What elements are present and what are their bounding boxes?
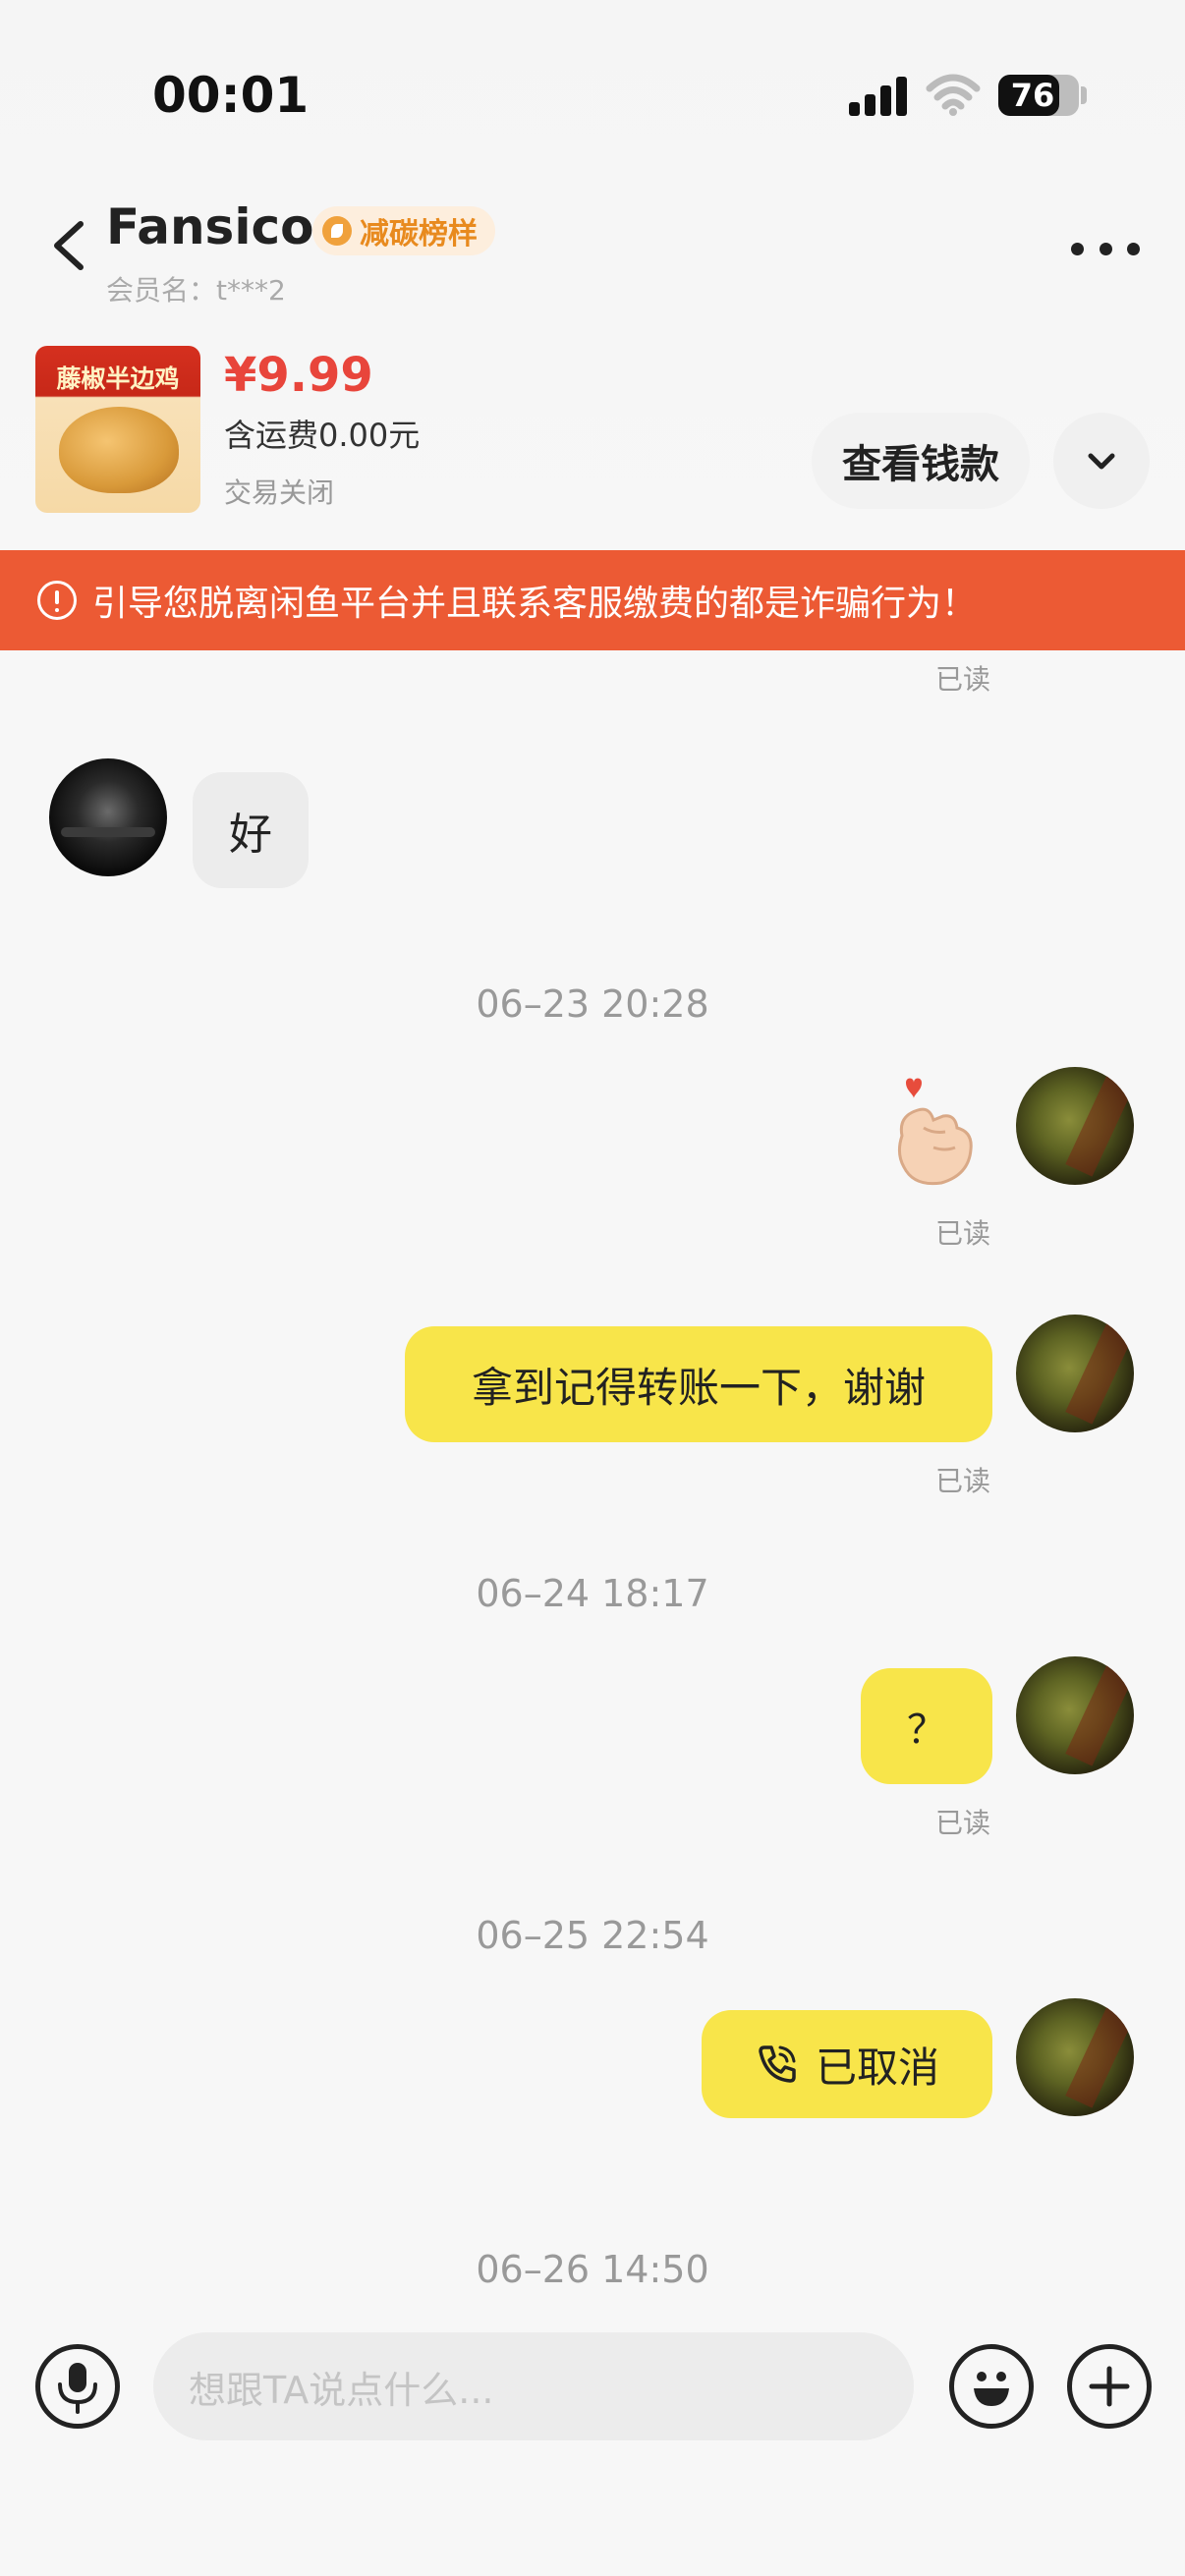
message-bubble[interactable]: ？ <box>861 1668 992 1784</box>
message-text: 好 <box>229 810 272 860</box>
read-receipt: 已读 <box>935 1465 991 1497</box>
message-input[interactable]: 想跟TA说点什么... <box>153 2332 914 2440</box>
more-button[interactable] <box>1071 234 1140 263</box>
back-icon <box>54 221 84 270</box>
battery-level: 76 <box>1010 77 1055 114</box>
carbon-badge[interactable]: 减碳榜样 <box>312 206 495 255</box>
expand-button[interactable] <box>1053 413 1150 509</box>
product-thumbnail[interactable]: 藤椒半边鸡 <box>35 346 200 513</box>
emoji-icon <box>974 2372 1009 2406</box>
heart-hand-icon[interactable] <box>884 1077 983 1191</box>
read-receipt: 已读 <box>935 1807 991 1839</box>
shipping-fee: 含运费0.00元 <box>224 417 421 454</box>
message-text: ？ <box>907 1708 946 1753</box>
call-status: 已取消 <box>815 2043 939 2092</box>
emoji-button[interactable] <box>949 2344 1034 2429</box>
view-payment-button[interactable]: 查看钱款 <box>812 413 1030 509</box>
timestamp: 06–25 22:54 <box>476 1914 709 1957</box>
battery-icon: 76 <box>998 75 1079 116</box>
message-text: 拿到记得转账一下，谢谢 <box>471 1363 926 1412</box>
warning-icon <box>37 581 77 620</box>
back-button[interactable] <box>41 206 100 285</box>
phone-icon <box>759 2045 796 2083</box>
timestamp: 06–23 20:28 <box>476 982 709 1026</box>
my-avatar[interactable] <box>1016 1315 1134 1432</box>
my-avatar[interactable] <box>1016 1656 1134 1774</box>
mic-icon <box>58 2363 97 2414</box>
signal-icon <box>849 77 908 116</box>
message-bubble[interactable]: 拿到记得转账一下，谢谢 <box>405 1326 992 1442</box>
wifi-icon <box>926 73 981 116</box>
timestamp: 06–24 18:17 <box>476 1572 709 1615</box>
badge-label: 减碳榜样 <box>360 217 478 252</box>
read-receipt: 已读 <box>935 663 991 696</box>
call-record-bubble[interactable]: 已取消 <box>702 2010 992 2118</box>
contact-avatar[interactable] <box>49 758 167 876</box>
chicken-image <box>59 407 179 493</box>
plus-button[interactable] <box>1067 2344 1152 2429</box>
plus-icon <box>1089 2366 1130 2407</box>
battery-tip <box>1081 86 1087 104</box>
my-avatar[interactable] <box>1016 1998 1134 2116</box>
timestamp: 06–26 14:50 <box>476 2248 709 2291</box>
voice-button[interactable] <box>35 2344 120 2429</box>
leaf-icon <box>322 216 352 246</box>
status-time: 00:01 <box>152 67 310 124</box>
product-price: ¥9.99 <box>224 348 373 403</box>
input-placeholder: 想跟TA说点什么... <box>189 2368 494 2412</box>
contact-name[interactable]: Fansico <box>106 198 313 255</box>
more-icon <box>1071 242 1084 255</box>
fraud-warning-banner: 引导您脱离闲鱼平台并且联系客服缴费的都是诈骗行为！ <box>0 550 1185 650</box>
my-avatar[interactable] <box>1016 1067 1134 1185</box>
message-bubble[interactable]: 好 <box>193 772 309 888</box>
thumbnail-title: 藤椒半边鸡 <box>56 364 180 393</box>
member-name: 会员名：t***2 <box>106 274 286 307</box>
read-receipt: 已读 <box>935 1217 991 1250</box>
trade-status: 交易关闭 <box>224 476 335 509</box>
warning-text: 引导您脱离闲鱼平台并且联系客服缴费的都是诈骗行为！ <box>92 584 978 624</box>
chevron-down-icon <box>1088 453 1115 470</box>
